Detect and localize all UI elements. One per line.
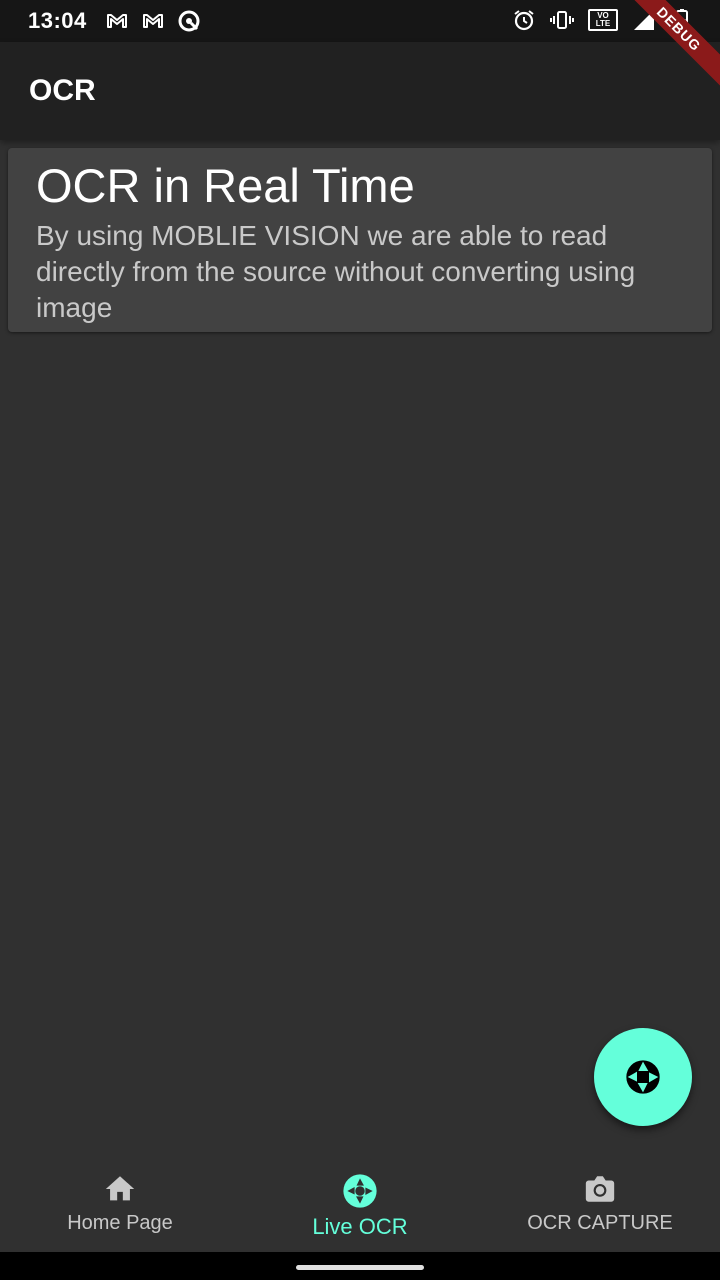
nav-label-ocr-capture: OCR CAPTURE: [527, 1212, 673, 1234]
start-live-ocr-button[interactable]: [594, 1028, 692, 1126]
nav-item-home[interactable]: Home Page: [0, 1146, 240, 1252]
app-bar: OCR: [0, 42, 720, 140]
nav-item-ocr-capture[interactable]: OCR CAPTURE: [480, 1146, 720, 1252]
page-title: OCR: [29, 74, 96, 107]
info-card: OCR in Real Time By using MOBLIE VISION …: [8, 148, 712, 332]
nav-label-live-ocr: Live OCR: [312, 1214, 408, 1239]
status-time: 13:04: [28, 8, 87, 33]
card-subtitle: By using MOBLIE VISION we are able to re…: [36, 220, 636, 323]
bottom-navigation: Home Page Live OCR OCR CAPTURE: [0, 1146, 720, 1252]
data-saver-icon: [178, 10, 200, 32]
status-left-icons: [105, 9, 201, 33]
alarm-icon: [514, 10, 534, 31]
camera-icon: [585, 1176, 615, 1202]
camera-shutter-icon: [343, 1174, 377, 1208]
camera-shutter-icon: [626, 1060, 660, 1094]
nav-item-live-ocr[interactable]: Live OCR: [240, 1146, 480, 1252]
gmail-icon: [106, 14, 127, 28]
nav-label-home: Home Page: [67, 1212, 173, 1234]
vibrate-icon: [550, 11, 574, 29]
status-bar: 13:04 VO LTE: [0, 0, 720, 42]
gmail-icon: [142, 14, 163, 28]
home-icon: [105, 1176, 135, 1201]
card-title: OCR in Real Time: [36, 159, 415, 212]
home-gesture-handle[interactable]: [296, 1265, 424, 1270]
volte-icon: VO LTE: [588, 9, 618, 31]
